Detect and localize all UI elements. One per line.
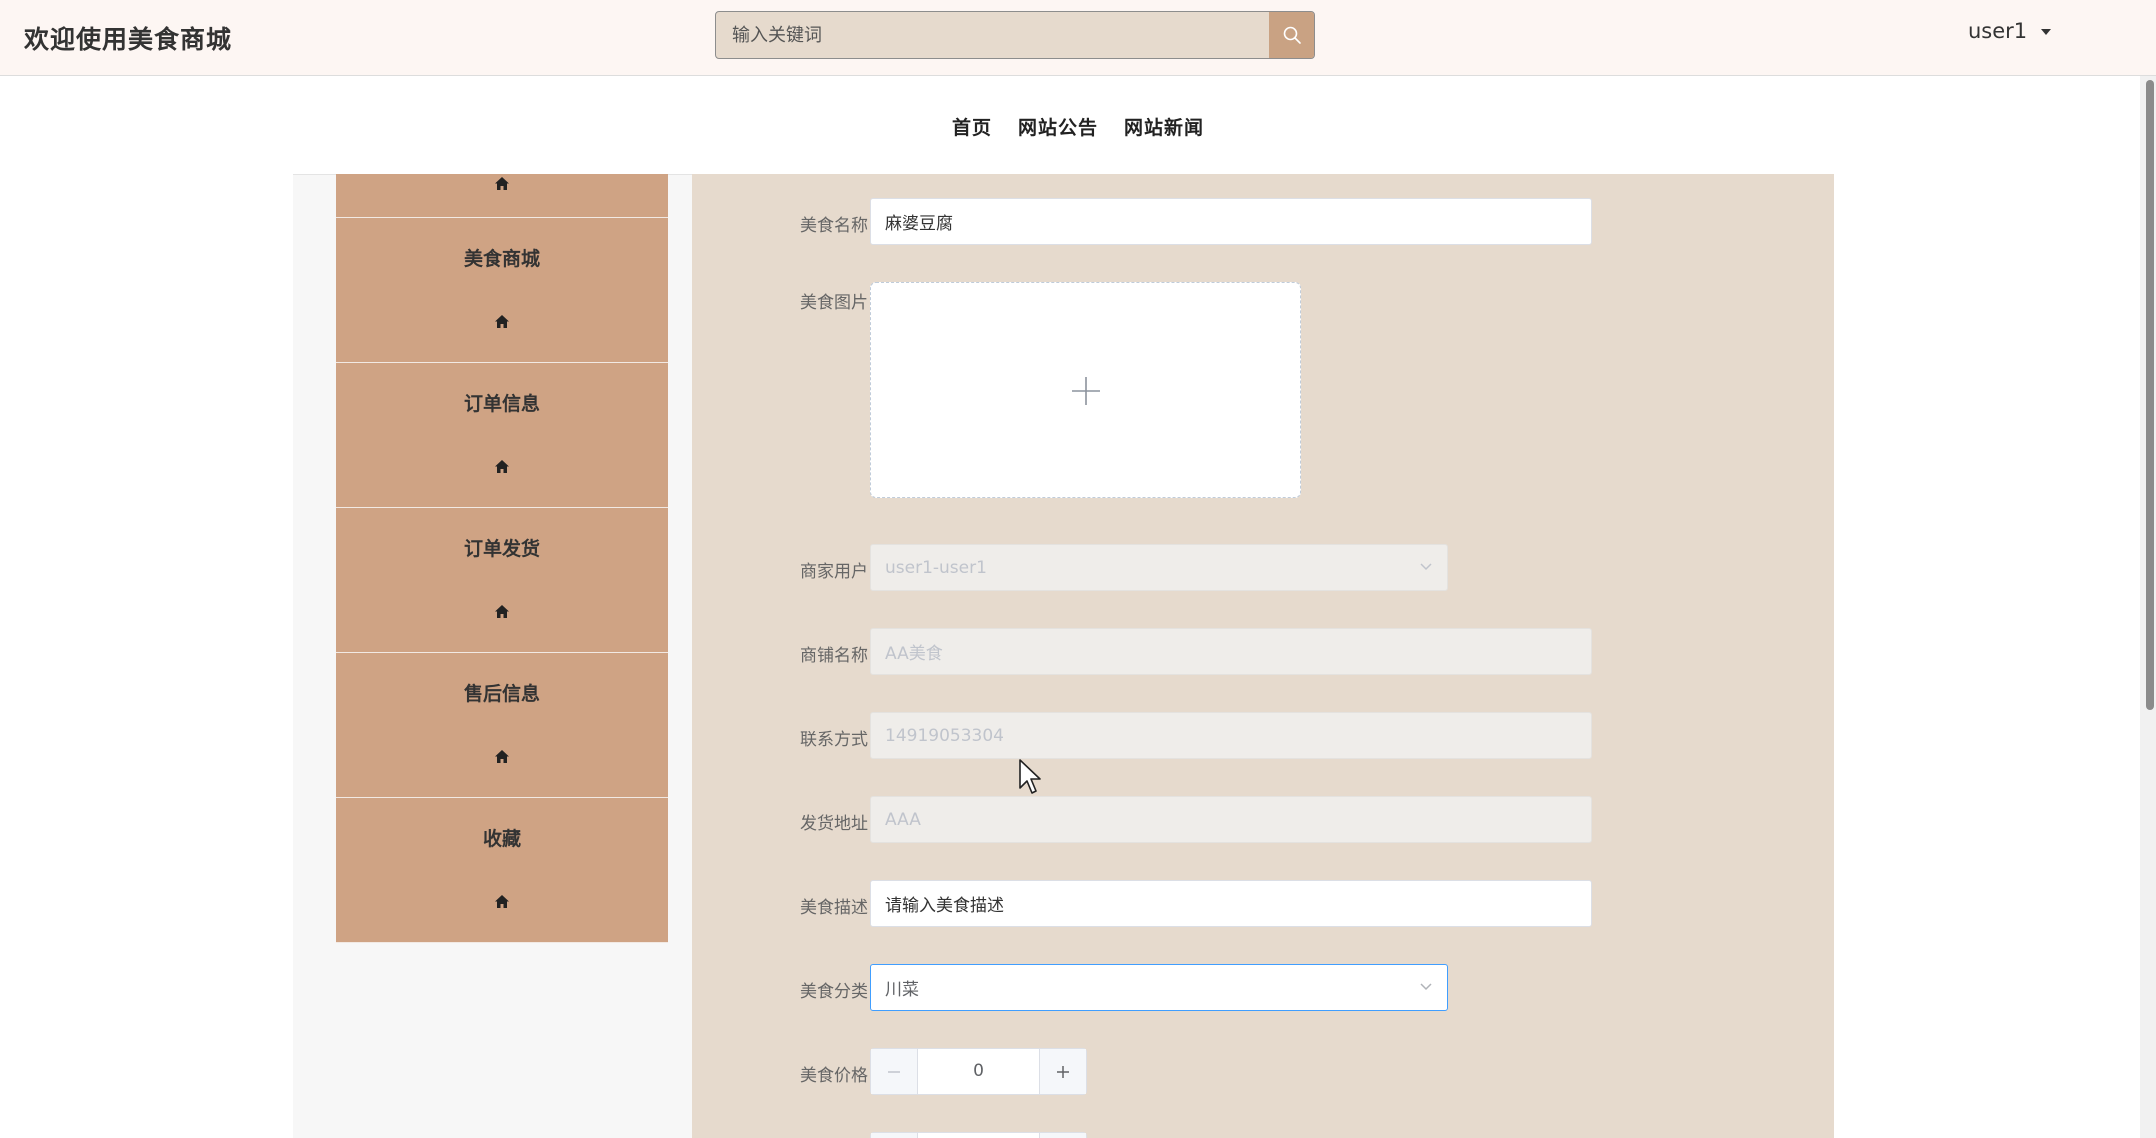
nav-news[interactable]: 网站新闻 [1124,113,1204,140]
search-button[interactable] [1269,12,1314,58]
name-label: 美食名称 [800,216,868,236]
food-name-value: 麻婆豆腐 [885,214,953,234]
sidebar-item-label: 订单信息 [463,393,540,415]
category-value: 川菜 [885,980,919,1000]
nav-home[interactable]: 首页 [952,113,992,140]
user-menu[interactable]: user1 [1968,19,2052,43]
search-input[interactable] [716,12,1270,58]
home-icon [495,895,509,908]
search-box [715,11,1315,59]
sidebar-item-favorites[interactable]: 收藏 [336,798,668,943]
home-icon [495,750,509,763]
contact-value: 14919053304 [885,725,1004,746]
category-select[interactable]: 川菜 [870,964,1448,1011]
decrement-button[interactable] [871,1049,918,1094]
plus-icon [1057,1065,1069,1078]
merchant-select[interactable]: user1-user1 [870,544,1448,591]
search-icon [1283,26,1301,44]
home-icon [495,605,509,618]
category-label: 美食分类 [800,982,868,1002]
stepper-value[interactable] [918,1133,1039,1138]
main-nav: 首页 网站公告 网站新闻 [0,76,2140,174]
sidebar-item-label: 售后信息 [463,683,540,705]
minus-icon [888,1070,900,1073]
shop-name-input[interactable]: AA美食 [870,628,1592,675]
next-stepper[interactable] [870,1132,1087,1138]
address-value: AAA [885,809,921,830]
scrollbar-thumb[interactable] [2146,80,2154,710]
mouse-cursor-icon [1019,759,1041,794]
home-icon [495,460,509,473]
image-upload[interactable] [870,282,1301,498]
contact-input[interactable]: 14919053304 [870,712,1592,759]
sidebar-item-previous[interactable] [336,174,668,218]
description-placeholder: 请输入美食描述 [885,896,1004,916]
merchant-value: user1-user1 [885,557,987,578]
price-value[interactable]: 0 [918,1049,1039,1094]
sidebar: 美食商城 订单信息 订单发货 售后信息 收藏 [336,174,668,943]
username: user1 [1968,19,2028,43]
home-icon [495,177,509,190]
image-label: 美食图片 [800,293,868,313]
sidebar-item-label: 美食商城 [463,248,540,270]
price-stepper[interactable]: 0 [870,1048,1087,1095]
description-input[interactable]: 请输入美食描述 [870,880,1592,927]
sidebar-item-food-mall[interactable]: 美食商城 [336,218,668,363]
address-label: 发货地址 [800,814,868,834]
shop-name-value: AA美食 [885,644,943,664]
chevron-down-icon [1420,563,1432,571]
sidebar-item-after-sales[interactable]: 售后信息 [336,653,668,798]
address-input[interactable]: AAA [870,796,1592,843]
increment-button[interactable] [1039,1049,1086,1094]
top-header: 欢迎使用美食商城 user1 [0,0,2156,76]
shop-label: 商铺名称 [800,646,868,666]
merchant-label: 商家用户 [800,562,868,582]
sidebar-item-label: 收藏 [482,828,521,850]
food-form: 美食名称 麻婆豆腐 美食图片 商家用户 user1-user1 商铺名称 AA美… [692,174,1834,1138]
food-name-input[interactable]: 麻婆豆腐 [870,198,1592,245]
sidebar-item-label: 订单发货 [463,538,540,560]
price-label: 美食价格 [800,1066,868,1086]
chevron-down-icon [1420,983,1432,991]
sidebar-item-orders[interactable]: 订单信息 [336,363,668,508]
site-title: 欢迎使用美食商城 [24,25,233,54]
sidebar-item-shipping[interactable]: 订单发货 [336,508,668,653]
contact-label: 联系方式 [800,730,868,750]
increment-button[interactable] [1039,1133,1086,1138]
decrement-button[interactable] [871,1133,918,1138]
nav-announcements[interactable]: 网站公告 [1018,113,1098,140]
home-icon [495,315,509,328]
caret-down-icon [2041,29,2052,35]
description-label: 美食描述 [800,898,868,918]
plus-icon [1072,377,1100,405]
page: 欢迎使用美食商城 user1 首页 网站公告 网站新闻 [0,0,2156,1138]
